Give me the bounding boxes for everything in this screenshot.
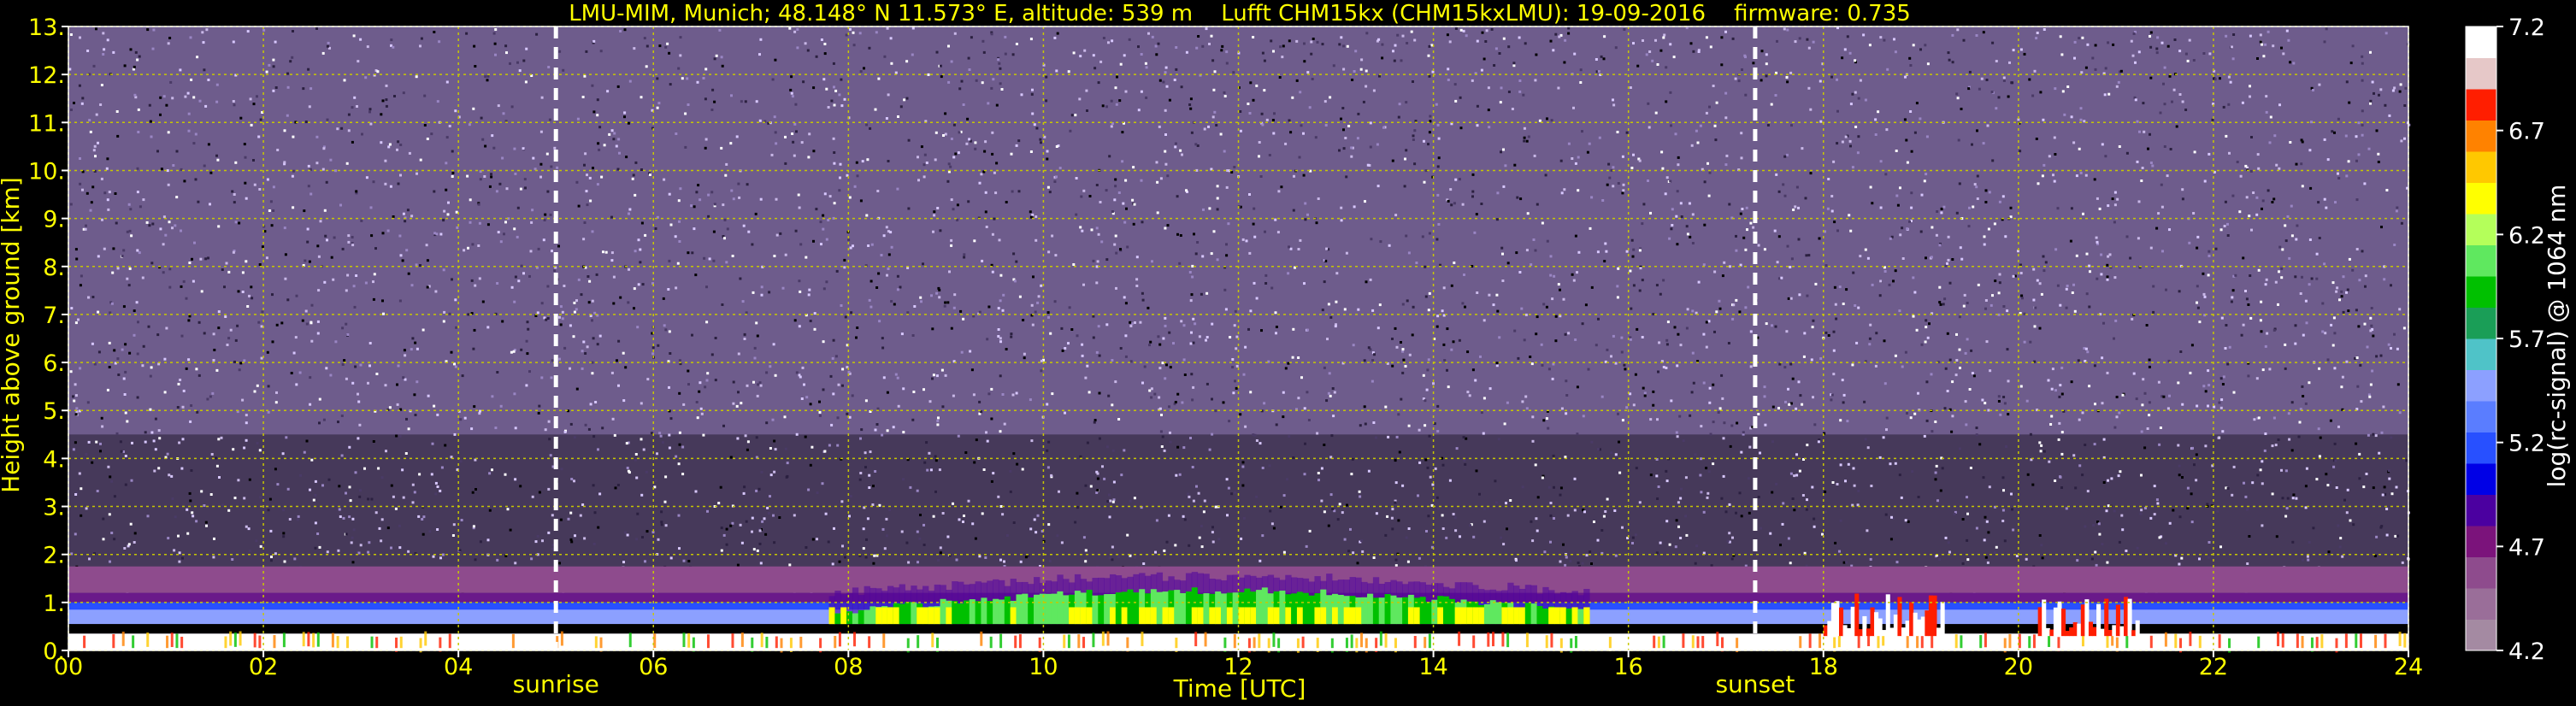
y-tick-label: 11.: [28, 110, 65, 137]
colorbar-segment: [2466, 26, 2496, 58]
x-tick-label: 16: [1613, 654, 1642, 680]
y-tick-label: 6.: [43, 350, 65, 377]
x-tick-label: 22: [2199, 654, 2228, 680]
colorbar-tick-label: 6.2: [2508, 222, 2545, 249]
y-tick-label: 13.: [28, 15, 65, 41]
colorbar-segment: [2466, 151, 2496, 183]
colorbar-segment: [2466, 619, 2496, 651]
colorbar-segment: [2466, 307, 2496, 339]
colorbar-segment: [2466, 494, 2496, 527]
colorbar-segment: [2466, 401, 2496, 432]
colorbar-segment: [2466, 244, 2496, 277]
colorbar-label: log(rc-signal) @ 1064 nm: [2543, 185, 2571, 488]
y-tick-label: 0.: [43, 638, 65, 665]
colorbar-tick-label: 4.2: [2508, 638, 2545, 665]
colorbar-segment: [2466, 214, 2496, 245]
colorbar-segment: [2466, 120, 2496, 152]
x-tick-label: 20: [2004, 654, 2033, 680]
chart-title: LMU-MIM, Munich; 48.148° N 11.573° E, al…: [569, 1, 1911, 26]
x-tick-label: 06: [639, 654, 668, 680]
x-tick-label: 10: [1029, 654, 1058, 680]
colorbar-segment: [2466, 89, 2496, 121]
y-tick-label: 5.: [43, 398, 65, 425]
colorbar-tick-label: 5.2: [2508, 431, 2545, 457]
x-tick-label: 18: [1809, 654, 1838, 680]
x-tick-label: 02: [249, 654, 278, 680]
colorbar-segment: [2466, 182, 2496, 215]
colorbar-segment: [2466, 57, 2496, 90]
colorbar-segment: [2466, 338, 2496, 370]
colorbar-segment: [2466, 369, 2496, 402]
colorbar-segment: [2466, 463, 2496, 495]
colorbar-segment: [2466, 526, 2496, 557]
y-tick-label: 8.: [43, 255, 65, 281]
y-tick-label: 3.: [43, 495, 65, 521]
x-tick-label: 24: [2394, 654, 2423, 680]
colorbar-segment: [2466, 588, 2496, 620]
y-tick-label: 4.: [43, 446, 65, 473]
y-tick-label: 7.: [43, 303, 65, 329]
colorbar-tick-label: 4.7: [2508, 534, 2545, 561]
annotation-label-sunrise: sunrise: [513, 670, 599, 698]
colorbar-segment: [2466, 276, 2496, 308]
colorbar-tick-label: 6.7: [2508, 119, 2545, 145]
colorbar-tick-label: 7.2: [2508, 15, 2545, 41]
x-tick-label: 04: [444, 654, 473, 680]
lidar-chart: sunrise sunset 00 02 04 06 08 10 12 14 16 18 20 22 24…: [0, 0, 2576, 706]
x-tick-label: 14: [1418, 654, 1447, 680]
x-axis-label: Time [UTC]: [1173, 674, 1306, 703]
plot-area: [68, 26, 2411, 653]
y-tick-label: 12.: [28, 62, 65, 89]
annotation-label-sunset: sunset: [1715, 670, 1795, 698]
y-tick-label: 1.: [43, 591, 65, 617]
colorbar-segment: [2466, 432, 2496, 464]
colorbar-segment: [2466, 556, 2496, 589]
x-tick-label: 08: [834, 654, 863, 680]
y-tick-label: 10.: [28, 158, 65, 185]
y-axis-label: Height above ground [km]: [0, 177, 25, 493]
y-tick-label: 9.: [43, 207, 65, 233]
colorbar-tick-label: 5.7: [2508, 327, 2545, 353]
y-tick-label: 2.: [43, 543, 65, 569]
